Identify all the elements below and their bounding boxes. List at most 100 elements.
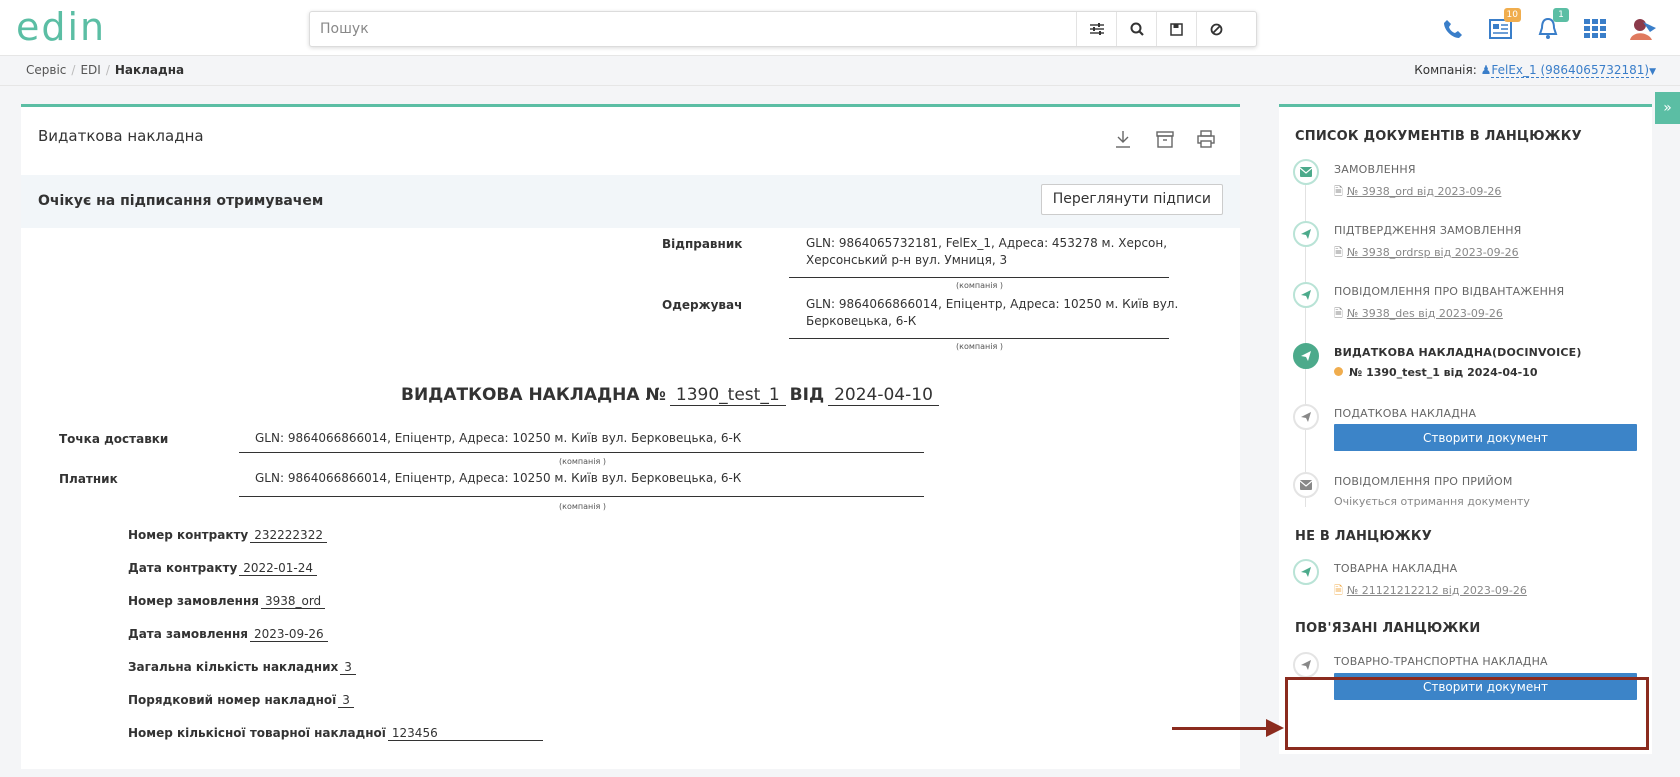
company-label: Компанія: (1414, 63, 1477, 77)
send-icon (1293, 404, 1319, 430)
send-icon (1293, 221, 1319, 247)
field-label: Дата замовлення (128, 627, 248, 641)
field-value: 3 (340, 660, 356, 675)
field-value: 3 (338, 693, 354, 708)
delivery-underline (239, 452, 924, 453)
chain-doc-link[interactable]: 🗎 № 21121212212 від 2023-09-26 (1334, 582, 1527, 601)
payer-label: Платник (59, 472, 118, 486)
bell-icon[interactable]: 1 (1533, 8, 1569, 44)
field-row: Дата контракту 2022-01-24 (128, 561, 318, 576)
field-value: 2023-09-26 (249, 627, 328, 642)
send-icon (1293, 282, 1319, 308)
envelope-icon (1293, 159, 1319, 185)
phone-icon[interactable] (1438, 14, 1468, 44)
sender-label: Відправник (662, 237, 743, 251)
payer-underline (239, 496, 924, 497)
clear-search-icon[interactable] (1196, 12, 1236, 46)
top-bar: edin 10 1 (0, 0, 1680, 56)
breadcrumb-separator: / (71, 63, 76, 77)
heading-prefix: ВИДАТКОВА НАКЛАДНА № (401, 385, 666, 405)
delivery-point-value: GLN: 9864066866014, Епіцентр, Адреса: 10… (255, 431, 742, 445)
sender-address-line2: Херсонський р-н вул. Умниця, 3 (806, 253, 1008, 267)
envelope-icon (1293, 472, 1319, 498)
chain-doc-title: ТОВАРНА НАКЛАДНА (1334, 562, 1458, 575)
highlight-arrow-head (1266, 719, 1284, 737)
field-value: 3938_ord (260, 594, 326, 609)
chain-doc-title: ПОВІДОМЛЕННЯ ПРО ВІДВАНТАЖЕННЯ (1334, 285, 1565, 298)
pending-status-dot (1334, 367, 1343, 376)
search-bar (309, 11, 1257, 47)
send-icon (1293, 559, 1319, 585)
chain-doc-title-active: ВИДАТКОВА НАКЛАДНА(DOCINVOICE) (1334, 346, 1582, 359)
field-value: 123456 (387, 726, 543, 741)
chain-doc-note: Очікується отримання документу (1334, 495, 1530, 508)
sidebar-collapse-icon[interactable]: » (1655, 92, 1680, 124)
field-row: Номер кількісної товарної накладної 12345… (128, 726, 543, 741)
send-icon (1293, 652, 1319, 678)
chain-title: СПИСОК ДОКУМЕНТІВ В ЛАНЦЮЖКУ (1295, 129, 1582, 144)
create-tax-invoice-button[interactable]: Створити документ (1334, 424, 1637, 451)
notification-badge: 1 (1553, 8, 1569, 22)
edin-logo[interactable]: edin (16, 5, 140, 49)
filter-icon[interactable] (1076, 12, 1116, 46)
user-avatar-icon[interactable] (1628, 14, 1658, 44)
file-icon: 🗎 (1334, 246, 1343, 259)
receiver-address-line2: Берковецька, 6-К (806, 314, 917, 328)
caret-down-icon[interactable]: ▼ (1649, 67, 1656, 77)
chain-doc-title: ПОВІДОМЛЕННЯ ПРО ПРИЙОМ (1334, 475, 1513, 488)
print-icon[interactable] (1196, 129, 1218, 151)
file-icon: 🗎 (1334, 307, 1343, 320)
delivery-point-label: Точка доставки (59, 432, 169, 446)
sender-caption: (компанія ) (956, 281, 1003, 290)
field-label: Порядковий номер накладної (128, 693, 337, 707)
sender-address-line1: GLN: 9864065732181, FelEx_1, Адреса: 453… (806, 236, 1168, 250)
timeline-line (1305, 167, 1306, 507)
chain-doc-link[interactable]: 🗎 № 3938_ord від 2023-09-26 (1334, 183, 1501, 202)
not-in-chain-title: НЕ В ЛАНЦЮЖКУ (1295, 529, 1432, 544)
divider (0, 85, 1680, 86)
field-label: Номер замовлення (128, 594, 259, 608)
breadcrumb: Сервіс / EDI / Накладна (26, 63, 184, 77)
heading-from: ВІД (789, 385, 825, 405)
chain-doc-link[interactable]: 🗎 № 3938_des від 2023-09-26 (1334, 305, 1503, 324)
breadcrumb-edi[interactable]: EDI (80, 63, 100, 77)
archive-icon[interactable] (1155, 129, 1177, 151)
svg-text:edin: edin (16, 10, 106, 46)
chain-doc-title: ПОДАТКОВА НАКЛАДНА (1334, 407, 1477, 420)
field-row: Номер контракту 232222322 (128, 528, 327, 543)
news-icon[interactable]: 10 (1485, 8, 1521, 44)
field-label: Загальна кількість накладних (128, 660, 339, 674)
breadcrumb-current: Накладна (114, 63, 185, 77)
payer-caption: (компанія ) (559, 502, 606, 511)
highlight-frame (1285, 677, 1649, 750)
field-label: Номер кількісної товарної накладної (128, 726, 386, 740)
document-chain-sidebar: СПИСОК ДОКУМЕНТІВ В ЛАНЦЮЖКУ ЗАМОВЛЕННЯ … (1279, 104, 1652, 754)
file-icon: 🗎 (1334, 185, 1343, 198)
download-icon[interactable] (1114, 129, 1136, 151)
send-icon (1293, 343, 1319, 369)
field-row: Загальна кількість накладних 3 (128, 660, 356, 675)
receiver-address-line1: GLN: 9864066866014, Епіцентр, Адреса: 10… (806, 297, 1179, 311)
current-doc-number: № 1390_test_1 від 2024-04-10 (1334, 366, 1538, 379)
document-number: 1390_test_1 (669, 385, 786, 406)
sender-underline (789, 277, 1169, 278)
company-dropdown[interactable]: FelEx_1 (9864065732181) (1491, 63, 1650, 78)
document-panel: Видаткова накладна Очікує на підписання … (21, 104, 1240, 769)
field-row: Дата замовлення 2023-09-26 (128, 627, 328, 642)
delivery-caption: (компанія ) (559, 457, 606, 466)
chain-doc-title: ТОВАРНО-ТРАНСПОРТНА НАКЛАДНА (1334, 655, 1548, 668)
search-input[interactable] (320, 18, 1020, 40)
receiver-label: Одержувач (662, 298, 743, 312)
apps-grid-icon[interactable] (1580, 14, 1610, 44)
save-search-icon[interactable] (1156, 12, 1196, 46)
field-value: 232222322 (250, 528, 327, 543)
user-icon: ♟ (1480, 63, 1492, 77)
chain-doc-link[interactable]: 🗎 № 3938_ordrsp від 2023-09-26 (1334, 244, 1519, 263)
breadcrumb-service[interactable]: Сервіс (26, 63, 66, 77)
payer-value: GLN: 9864066866014, Епіцентр, Адреса: 10… (255, 471, 742, 485)
company-selector: Компанія: ♟FelEx_1 (9864065732181)▼ (1414, 63, 1656, 78)
search-icon[interactable] (1116, 12, 1156, 46)
breadcrumb-separator: / (105, 63, 110, 77)
view-signatures-button[interactable]: Переглянути підписи (1040, 184, 1223, 215)
field-label: Номер контракту (128, 528, 249, 542)
